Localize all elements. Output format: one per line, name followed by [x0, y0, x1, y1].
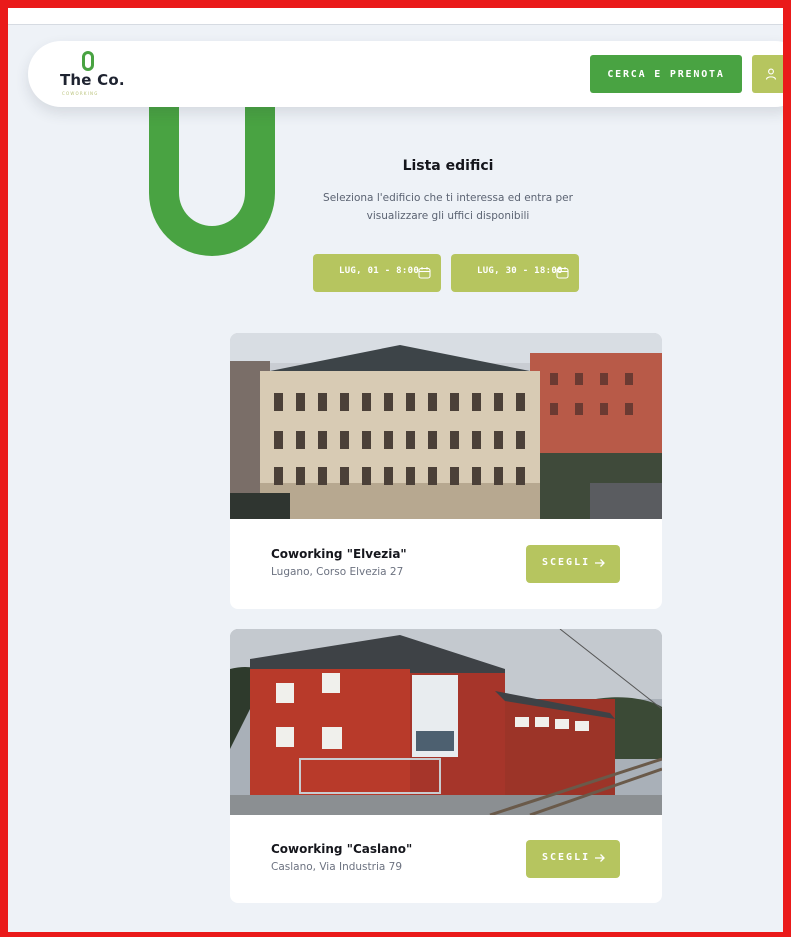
choose-label: SCEGLI: [542, 852, 591, 863]
logo-mark-icon: [82, 51, 94, 71]
choose-building-button[interactable]: SCEGLI: [526, 840, 620, 878]
building-card-caslano: Coworking "Caslano" Caslano, Via Industr…: [230, 629, 662, 903]
user-account-button[interactable]: [752, 55, 783, 93]
date-from-label: LUG, 01 - 8:00: [339, 266, 420, 276]
page-title: Lista edifici: [402, 158, 494, 174]
logo[interactable]: The Co. COWORKING: [60, 51, 130, 99]
top-divider: [8, 24, 783, 25]
building-name: Coworking "Elvezia": [271, 547, 407, 561]
user-icon: [765, 68, 777, 80]
top-strip: [8, 8, 783, 24]
date-from-picker[interactable]: LUG, 01 - 8:00: [313, 254, 441, 292]
date-to-picker[interactable]: LUG, 30 - 18:00: [451, 254, 579, 292]
search-and-book-button[interactable]: CERCA E PRENOTA: [590, 55, 742, 93]
building-address: Caslano, Via Industria 79: [271, 861, 403, 873]
building-card-elvezia: Coworking "Elvezia" Lugano, Corso Elvezi…: [230, 333, 662, 609]
logo-subtext: COWORKING: [62, 91, 99, 96]
choose-building-button[interactable]: SCEGLI: [526, 545, 620, 583]
page-subtitle: Seleziona l'edificio che ti interessa ed…: [323, 192, 573, 222]
building-address: Lugano, Corso Elvezia 27: [271, 566, 404, 578]
building-photo-caslano: [230, 629, 662, 815]
app-header: The Co. COWORKING CERCA E PRENOTA: [28, 41, 783, 107]
building-photo-elvezia: [230, 333, 662, 519]
calendar-icon: [556, 267, 569, 279]
arrow-right-icon: [595, 854, 605, 862]
building-name: Coworking "Caslano": [271, 842, 413, 856]
arrow-right-icon: [595, 559, 605, 567]
calendar-icon: [418, 267, 431, 279]
browser-frame: The Co. COWORKING CERCA E PRENOTA Lista …: [0, 0, 791, 937]
choose-label: SCEGLI: [542, 557, 591, 568]
decorative-u-icon: [149, 107, 275, 256]
logo-text: The Co.: [60, 71, 125, 89]
date-to-label: LUG, 30 - 18:00: [477, 266, 563, 276]
